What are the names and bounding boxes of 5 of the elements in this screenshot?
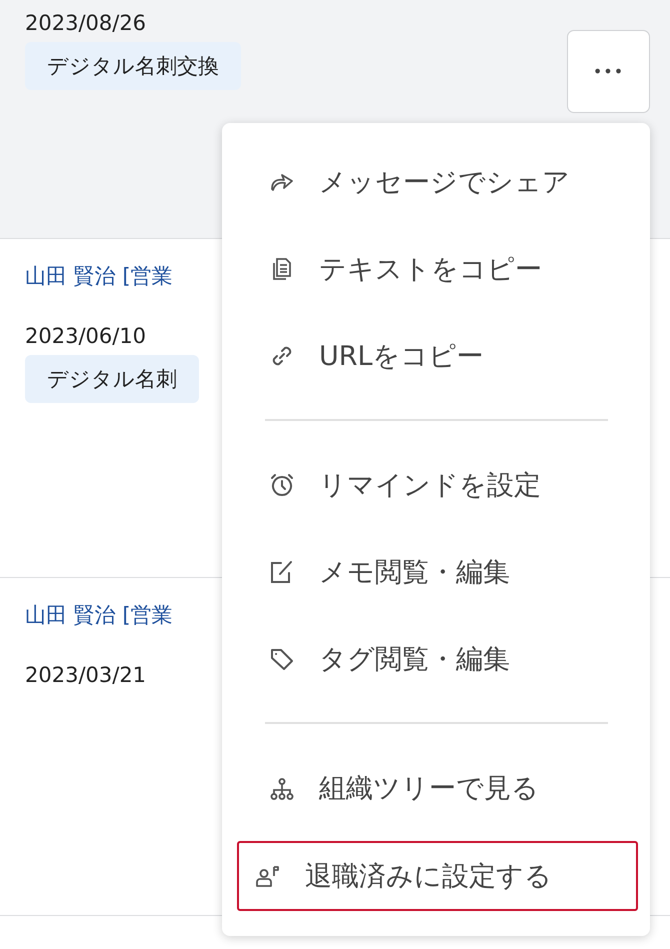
exchange-type-tag: デジタル名刺交換 [25, 42, 241, 90]
exchange-date: 2023/08/26 [25, 10, 146, 37]
exchange-type-tag: デジタル名刺 [25, 355, 199, 403]
exchange-date: 2023/03/21 [25, 662, 146, 689]
exchange-date: 2023/06/10 [25, 323, 146, 350]
